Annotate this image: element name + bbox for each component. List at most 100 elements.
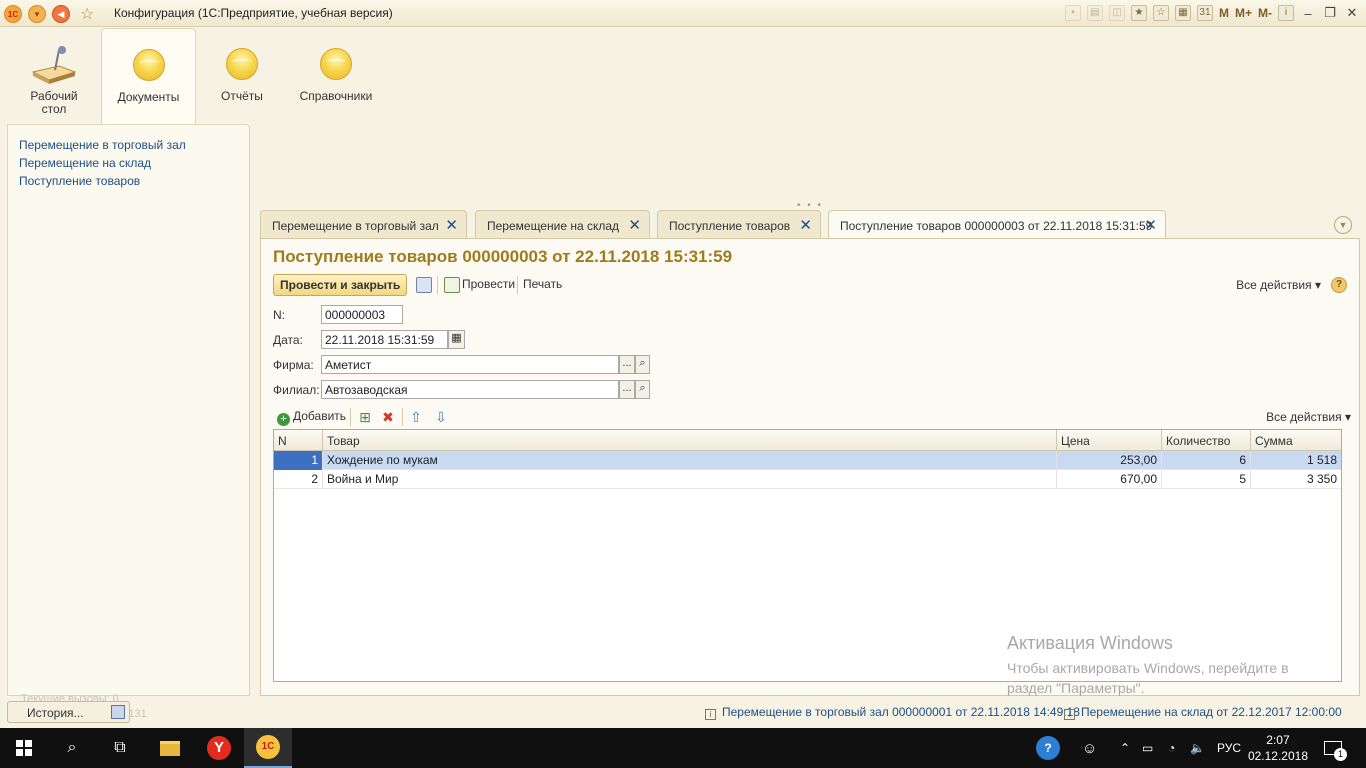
select-button[interactable]: ... <box>619 355 635 374</box>
table-row[interactable]: 2 Война и Мир 670,00 5 3 350 <box>274 470 1341 489</box>
cell-sum[interactable]: 3 350 <box>1251 470 1341 489</box>
post-icon[interactable] <box>444 277 460 293</box>
main-menu-icon[interactable]: ▾ <box>28 5 46 23</box>
move-up-icon[interactable]: ⇧ <box>408 409 424 425</box>
tab-goods-receipt-document[interactable]: Поступление товаров 000000003 от 22.11.2… <box>828 210 1166 240</box>
section-catalogs[interactable]: Справочники <box>288 28 384 124</box>
start-button[interactable] <box>0 728 48 768</box>
notification-link[interactable]: i Перемещение на склад от 22.12.2017 12:0… <box>1064 705 1342 720</box>
calculator-icon[interactable]: ▦ <box>1174 5 1191 21</box>
close-button[interactable]: ✕ <box>1344 5 1360 21</box>
print-button[interactable]: Печать <box>523 277 562 291</box>
column-header-n[interactable]: N <box>274 430 323 451</box>
date-field[interactable]: 22.11.2018 15:31:59 <box>321 330 448 349</box>
print-icon[interactable]: ▤ <box>1086 5 1103 21</box>
close-icon[interactable]: ✕ <box>445 216 458 234</box>
post-and-close-button[interactable]: Провести и закрыть <box>273 274 408 296</box>
restore-button[interactable]: ❐ <box>1322 5 1338 21</box>
section-desktop[interactable]: Рабочий стол <box>7 28 101 124</box>
tab-goods-receipt-list[interactable]: Поступление товаров ✕ <box>657 210 821 239</box>
section-label: Справочники <box>299 89 373 103</box>
select-button[interactable]: ... <box>619 380 635 399</box>
close-icon[interactable]: ✕ <box>628 216 641 234</box>
number-field[interactable]: 000000003 <box>321 305 403 324</box>
back-icon[interactable]: ◀ <box>52 5 70 23</box>
show-hidden-icons-chevron-up-icon[interactable]: ⌃ <box>1120 728 1130 768</box>
close-icon[interactable]: ✕ <box>799 216 812 234</box>
all-actions-menu[interactable]: Все действия ▾ <box>1236 278 1321 292</box>
nav-link-transfer-to-hall[interactable]: Перемещение в торговый зал <box>19 136 186 154</box>
cell-n[interactable]: 1 <box>274 451 323 470</box>
column-header-product[interactable]: Товар <box>323 430 1057 451</box>
people-icon[interactable]: ☺ <box>1082 728 1097 768</box>
app-logo-icon[interactable]: 1С <box>4 5 22 23</box>
help-icon[interactable]: ? <box>1331 277 1347 293</box>
help-tray-icon[interactable]: ? <box>1036 728 1060 768</box>
status-bar: Текущие вызовы: 0 Накоплено вызовов: 131… <box>7 693 1360 724</box>
battery-icon[interactable]: ▭ <box>1142 728 1153 768</box>
column-header-price[interactable]: Цена <box>1057 430 1162 451</box>
memory-button[interactable]: M <box>1219 6 1229 20</box>
info-icon[interactable]: i <box>1278 5 1294 21</box>
open-search-icon[interactable]: ⌕ <box>635 355 650 374</box>
cell-product[interactable]: Хождение по мукам <box>323 451 1057 470</box>
close-icon[interactable]: ✕ <box>1144 216 1157 234</box>
cell-product[interactable]: Война и Мир <box>323 470 1057 489</box>
yandex-browser-icon[interactable]: Y <box>195 728 243 768</box>
move-down-icon[interactable]: ⇩ <box>433 409 449 425</box>
cell-n[interactable]: 2 <box>274 470 323 489</box>
memory-plus-button[interactable]: M+ <box>1235 6 1252 20</box>
save-icon[interactable]: ▪ <box>1064 5 1081 21</box>
open-search-icon[interactable]: ⌕ <box>635 380 650 399</box>
favorites-star-icon[interactable]: ☆ <box>80 4 94 24</box>
clock[interactable]: 2:07 02.12.2018 <box>1248 732 1308 764</box>
nav-link-goods-receipt[interactable]: Поступление товаров <box>19 172 186 190</box>
section-documents[interactable]: Документы <box>101 28 196 124</box>
branch-field[interactable]: Автозаводская <box>321 380 619 399</box>
notification-link[interactable]: i Перемещение в торговый зал 000000001 от… <box>705 705 1080 720</box>
calendar-icon[interactable]: 31 <box>1196 5 1213 21</box>
info-icon: i <box>705 709 716 720</box>
tab-transfer-to-warehouse[interactable]: Перемещение на склад ✕ <box>475 210 650 239</box>
task-view-icon[interactable]: ⧉ <box>96 728 144 768</box>
copy-row-icon[interactable]: ⊞ <box>357 409 373 425</box>
add-favorite-icon[interactable]: ★ <box>1130 5 1147 21</box>
history-button[interactable]: История... <box>7 701 130 723</box>
section-reports[interactable]: Отчёты <box>196 28 288 124</box>
tabs-menu-chevron-down-icon[interactable]: ▼ <box>1334 216 1352 234</box>
cell-price[interactable]: 253,00 <box>1057 451 1162 470</box>
cell-quantity[interactable]: 6 <box>1162 451 1251 470</box>
cell-price[interactable]: 670,00 <box>1057 470 1162 489</box>
column-header-quantity[interactable]: Количество <box>1162 430 1251 451</box>
post-button[interactable]: Провести <box>462 277 515 291</box>
minimize-button[interactable]: – <box>1300 6 1316 21</box>
column-header-sum[interactable]: Сумма <box>1251 430 1341 451</box>
tab-label: Перемещение в торговый зал <box>272 219 439 233</box>
memory-minus-button[interactable]: M- <box>1258 6 1272 20</box>
add-row-button[interactable]: + Добавить <box>277 409 346 426</box>
navigation-panel: Перемещение в торговый зал Перемещение н… <box>7 124 250 696</box>
table-all-actions-menu[interactable]: Все действия ▾ <box>1266 410 1351 424</box>
file-explorer-icon[interactable] <box>146 728 194 768</box>
nav-link-transfer-to-warehouse[interactable]: Перемещение на склад <box>19 154 186 172</box>
cell-sum[interactable]: 1 518 <box>1251 451 1341 470</box>
language-indicator[interactable]: РУС <box>1217 728 1241 768</box>
cell-quantity[interactable]: 5 <box>1162 470 1251 489</box>
section-label: Рабочий стол <box>30 89 78 116</box>
page-title: Поступление товаров 000000003 от 22.11.2… <box>273 247 733 266</box>
table-row[interactable]: 1 Хождение по мукам 253,00 6 1 518 <box>274 451 1341 470</box>
network-icon[interactable]: ◔ <box>1168 728 1175 768</box>
tab-transfer-to-hall[interactable]: Перемещение в торговый зал ✕ <box>260 210 467 239</box>
firm-field[interactable]: Аметист <box>321 355 619 374</box>
favorites-icon[interactable]: ☆ <box>1152 5 1169 21</box>
desktop-icon <box>31 46 77 84</box>
action-center-icon[interactable]: 1 <box>1324 728 1347 768</box>
search-icon[interactable]: ⌕ <box>48 728 96 768</box>
calendar-picker-icon[interactable]: ▦ <box>448 330 465 349</box>
tab-label: Поступление товаров 000000003 от 22.11.2… <box>840 219 1153 233</box>
save-icon[interactable] <box>416 277 432 293</box>
volume-icon[interactable]: 🔈 <box>1190 728 1205 768</box>
delete-row-icon[interactable]: ✖ <box>380 409 396 425</box>
1c-app-icon[interactable]: 1С <box>244 728 292 768</box>
preview-icon[interactable]: ◫ <box>1108 5 1125 21</box>
